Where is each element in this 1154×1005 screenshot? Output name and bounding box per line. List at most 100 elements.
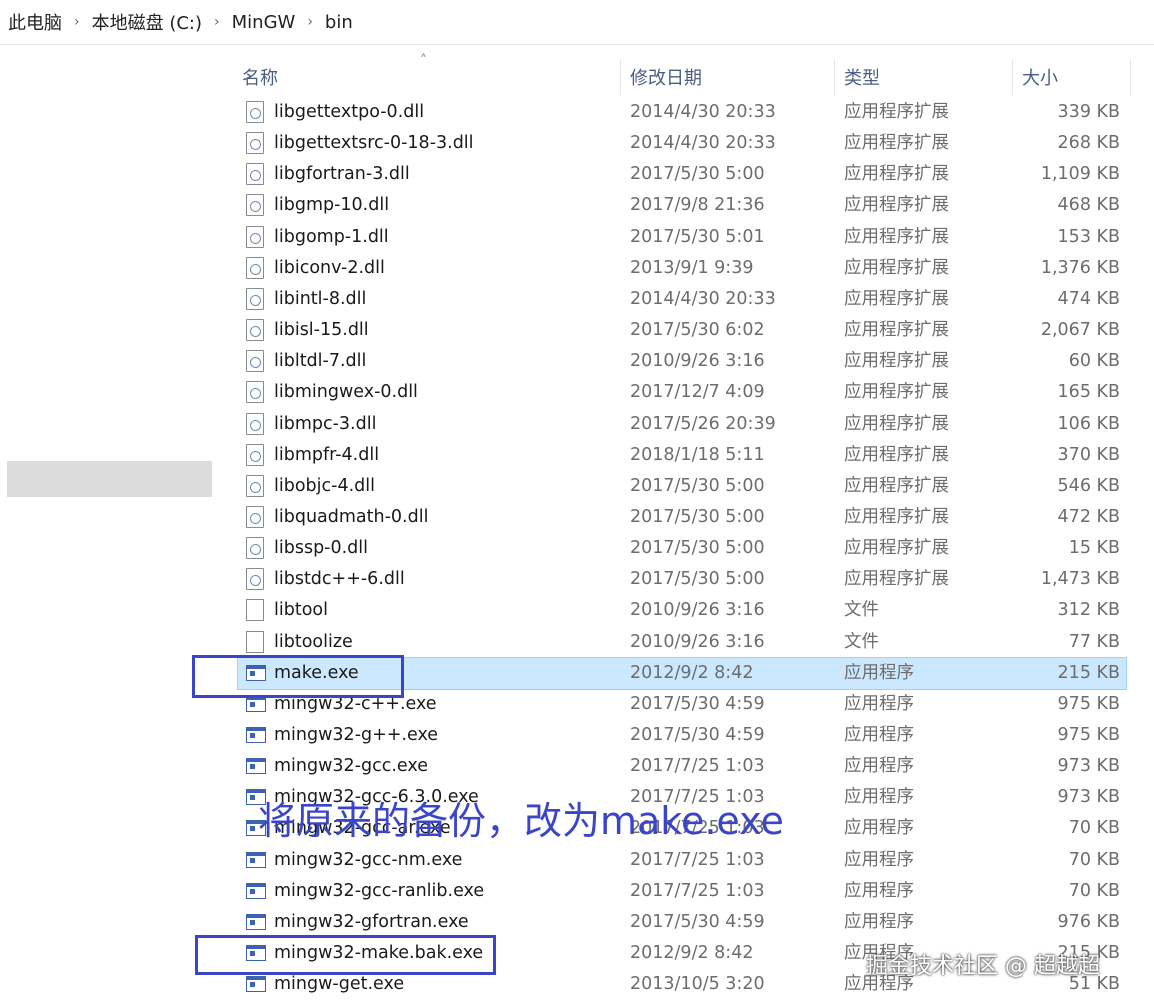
file-row[interactable]: mingw32-gcc-nm.exe 2017/7/25 1:03 应用程序 70 K… (238, 845, 1126, 876)
file-type: 应用程序扩展 (844, 195, 949, 215)
file-name: libgfortran-3.dll (274, 164, 410, 184)
file-size: 1,376 KB (1040, 258, 1120, 278)
file-type: 应用程序 (844, 663, 914, 683)
exe-icon (246, 758, 266, 774)
column-separator[interactable] (1012, 59, 1013, 95)
file-type: 应用程序扩展 (844, 133, 949, 153)
file-row[interactable]: libgettextpo-0.dll 2014/4/30 20:33 应用程序扩展 3… (238, 97, 1126, 128)
column-separator[interactable] (1130, 59, 1131, 95)
file-size: 60 KB (1068, 351, 1120, 371)
file-row[interactable]: mingw32-gcc-ranlib.exe 2017/7/25 1:03 应用程序… (238, 876, 1126, 907)
file-type: 应用程序 (844, 694, 914, 714)
file-date: 2018/1/18 5:11 (630, 445, 765, 465)
file-date: 2017/5/30 4:59 (630, 725, 765, 745)
column-separator[interactable] (834, 59, 835, 95)
column-header-date[interactable]: 修改日期 (630, 55, 702, 99)
file-type: 文件 (844, 632, 879, 652)
file-size: 1,109 KB (1040, 164, 1120, 184)
file-name: libisl-15.dll (274, 320, 369, 340)
file-row[interactable]: libquadmath-0.dll 2017/5/30 5:00 应用程序扩展 472… (238, 502, 1126, 533)
exe-icon (246, 727, 266, 743)
dll-icon (246, 350, 264, 372)
dll-icon (246, 381, 264, 403)
file-row[interactable]: libgomp-1.dll 2017/5/30 5:01 应用程序扩展 153 KB (238, 222, 1126, 253)
file-row[interactable]: libtool 2010/9/26 3:16 文件 312 KB (238, 595, 1126, 626)
file-date: 2017/7/25 1:03 (630, 756, 765, 776)
file-type: 应用程序 (844, 756, 914, 776)
file-row[interactable]: libtoolize 2010/9/26 3:16 文件 77 KB (238, 627, 1126, 658)
navigation-selected-item[interactable] (7, 461, 212, 497)
chevron-right-icon[interactable]: › (214, 14, 220, 30)
file-date: 2017/7/25 1:03 (630, 850, 765, 870)
file-size: 1,473 KB (1040, 569, 1120, 589)
column-header-type[interactable]: 类型 (844, 55, 880, 99)
dll-icon (246, 475, 264, 497)
file-date: 2010/9/26 3:16 (630, 600, 765, 620)
file-date: 2017/9/8 21:36 (630, 195, 765, 215)
file-name: mingw32-gcc-ranlib.exe (274, 881, 485, 901)
file-date: 2010/9/26 3:16 (630, 351, 765, 371)
file-row[interactable]: libmpc-3.dll 2017/5/26 20:39 应用程序扩展 106 KB (238, 409, 1126, 440)
file-date: 2014/4/30 20:33 (630, 102, 776, 122)
column-separator[interactable] (620, 59, 621, 95)
file-name: libgmp-10.dll (274, 195, 390, 215)
file-name: libtoolize (274, 632, 353, 652)
file-name: mingw32-g++.exe (274, 725, 439, 745)
file-type: 应用程序扩展 (844, 414, 949, 434)
highlight-box-make-exe (192, 655, 404, 698)
breadcrumb-item-bin[interactable]: bin (325, 12, 353, 33)
file-row[interactable]: libltdl-7.dll 2010/9/26 3:16 应用程序扩展 60 KB (238, 346, 1126, 377)
dll-icon (246, 506, 264, 528)
breadcrumb-item-this-pc[interactable]: 此电脑 (8, 9, 62, 35)
file-name: libmpc-3.dll (274, 414, 377, 434)
file-size: 546 KB (1057, 476, 1120, 496)
dll-icon (246, 257, 264, 279)
chevron-right-icon[interactable]: › (307, 14, 313, 30)
file-name: libgettextsrc-0-18-3.dll (274, 133, 474, 153)
file-row[interactable]: libobjc-4.dll 2017/5/30 5:00 应用程序扩展 546 KB (238, 471, 1126, 502)
file-size: 973 KB (1057, 787, 1120, 807)
file-size: 268 KB (1057, 133, 1120, 153)
breadcrumb-item-local-disk[interactable]: 本地磁盘 (C:) (92, 9, 202, 35)
file-row[interactable]: libgettextsrc-0-18-3.dll 2014/4/30 20:33 应… (238, 128, 1126, 159)
file-size: 77 KB (1068, 632, 1120, 652)
file-row[interactable]: mingw32-g++.exe 2017/5/30 4:59 应用程序 975 KB (238, 720, 1126, 751)
file-size: 70 KB (1068, 818, 1120, 838)
file-row[interactable]: libssp-0.dll 2017/5/30 5:00 应用程序扩展 15 KB (238, 533, 1126, 564)
watermark: 掘金技术社区 @ 超越超 (866, 954, 1100, 979)
file-row[interactable]: mingw32-gcc.exe 2017/7/25 1:03 应用程序 973 KB (238, 751, 1126, 782)
file-row[interactable]: libisl-15.dll 2017/5/30 6:02 应用程序扩展 2,067 K… (238, 315, 1126, 346)
file-icon (246, 599, 264, 621)
column-header-size[interactable]: 大小 (1022, 55, 1058, 99)
file-date: 2017/5/30 6:02 (630, 320, 765, 340)
file-date: 2017/5/30 5:00 (630, 507, 765, 527)
file-type: 应用程序扩展 (844, 538, 949, 558)
file-type: 应用程序扩展 (844, 289, 949, 309)
file-size: 976 KB (1057, 912, 1120, 932)
file-row[interactable]: libmingwex-0.dll 2017/12/7 4:09 应用程序扩展 165 … (238, 377, 1126, 408)
file-date: 2017/7/25 1:03 (630, 881, 765, 901)
file-row[interactable]: libgfortran-3.dll 2017/5/30 5:00 应用程序扩展 1,1… (238, 159, 1126, 190)
dll-icon (246, 132, 264, 154)
annotation-text: 将原来的备份，改为make.exe (258, 799, 784, 843)
exe-icon (246, 696, 266, 712)
file-date: 2017/5/30 4:59 (630, 912, 765, 932)
file-name: libtool (274, 600, 328, 620)
file-type: 应用程序 (844, 818, 914, 838)
file-row[interactable]: libiconv-2.dll 2013/9/1 9:39 应用程序扩展 1,376 K… (238, 253, 1126, 284)
file-row[interactable]: libintl-8.dll 2014/4/30 20:33 应用程序扩展 474 KB (238, 284, 1126, 315)
file-row[interactable]: libgmp-10.dll 2017/9/8 21:36 应用程序扩展 468 KB (238, 190, 1126, 221)
breadcrumb-item-mingw[interactable]: MinGW (232, 12, 296, 33)
file-type: 应用程序扩展 (844, 258, 949, 278)
column-header-name[interactable]: 名称 (242, 55, 278, 99)
file-row[interactable]: mingw32-gfortran.exe 2017/5/30 4:59 应用程序 97… (238, 907, 1126, 938)
file-row[interactable]: libmpfr-4.dll 2018/1/18 5:11 应用程序扩展 370 KB (238, 440, 1126, 471)
file-name: libmingwex-0.dll (274, 382, 418, 402)
chevron-right-icon[interactable]: › (74, 14, 80, 30)
file-name: libintl-8.dll (274, 289, 367, 309)
file-row[interactable]: libstdc++-6.dll 2017/5/30 5:00 应用程序扩展 1,473… (238, 564, 1126, 595)
file-name: libgettextpo-0.dll (274, 102, 425, 122)
file-size: 70 KB (1068, 881, 1120, 901)
file-name: libssp-0.dll (274, 538, 369, 558)
file-date: 2017/5/30 5:00 (630, 569, 765, 589)
